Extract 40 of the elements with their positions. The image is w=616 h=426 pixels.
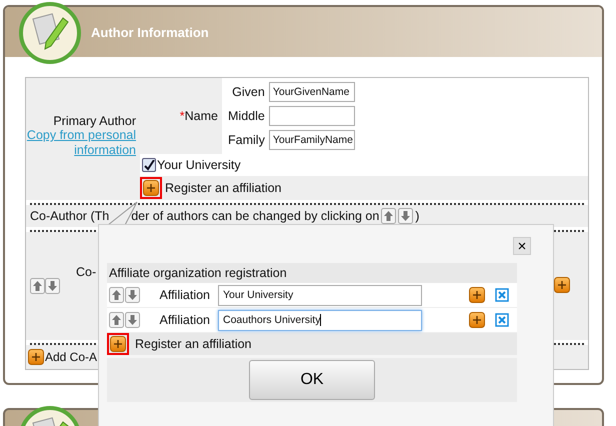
affiliation-label: Your University: [157, 158, 241, 172]
down-arrow-icon[interactable]: [45, 278, 60, 294]
primary-author-label: Primary Author: [53, 114, 136, 128]
field-label: Middle: [228, 109, 265, 123]
affiliation-label: Affiliation: [158, 288, 211, 302]
co-author-heading: ): [415, 209, 420, 223]
delete-icon[interactable]: [495, 288, 509, 302]
affiliation-field[interactable]: Your University: [218, 284, 422, 306]
down-arrow-icon[interactable]: [125, 312, 140, 328]
up-arrow-icon[interactable]: [381, 208, 396, 224]
co-author-heading: der of authors can be changed by clicking on: [131, 209, 380, 223]
down-arrow-icon[interactable]: [398, 208, 414, 224]
plus-icon[interactable]: [469, 287, 485, 303]
name-field[interactable]: [268, 106, 355, 126]
up-arrow-icon[interactable]: [109, 287, 124, 303]
plus-icon[interactable]: [28, 349, 44, 365]
co-author-label: Co-: [76, 265, 96, 279]
field-label: Family: [228, 133, 265, 147]
register-affiliation-label[interactable]: Register an affiliation: [135, 337, 252, 351]
delete-icon[interactable]: [495, 313, 509, 327]
down-arrow-icon[interactable]: [125, 287, 140, 303]
name-field[interactable]: YourGivenName: [268, 82, 355, 102]
close-button[interactable]: ×: [513, 237, 531, 255]
name-label: *Name: [180, 109, 218, 123]
co-author-heading: Co-Author (Th: [30, 209, 110, 223]
ok-button[interactable]: OK: [249, 360, 375, 400]
plus-icon[interactable]: [469, 312, 485, 328]
affiliation-label: Affiliation: [158, 313, 211, 327]
up-arrow-icon[interactable]: [30, 278, 45, 294]
field-label: Given: [231, 85, 265, 99]
affiliation-field[interactable]: Coauthors University: [218, 310, 422, 330]
document-pencil-icon: [19, 2, 81, 64]
plus-icon[interactable]: [554, 276, 570, 292]
register-affiliation-label[interactable]: Register an affiliation: [165, 181, 282, 195]
checkbox[interactable]: [142, 158, 156, 172]
up-arrow-icon[interactable]: [109, 312, 124, 328]
add-co-author-label[interactable]: Add Co-A: [45, 350, 98, 364]
dialog-title: Affiliate organization registration: [107, 263, 517, 283]
panel-title: Author Information: [91, 24, 209, 40]
name-field[interactable]: YourFamilyName: [268, 130, 355, 150]
